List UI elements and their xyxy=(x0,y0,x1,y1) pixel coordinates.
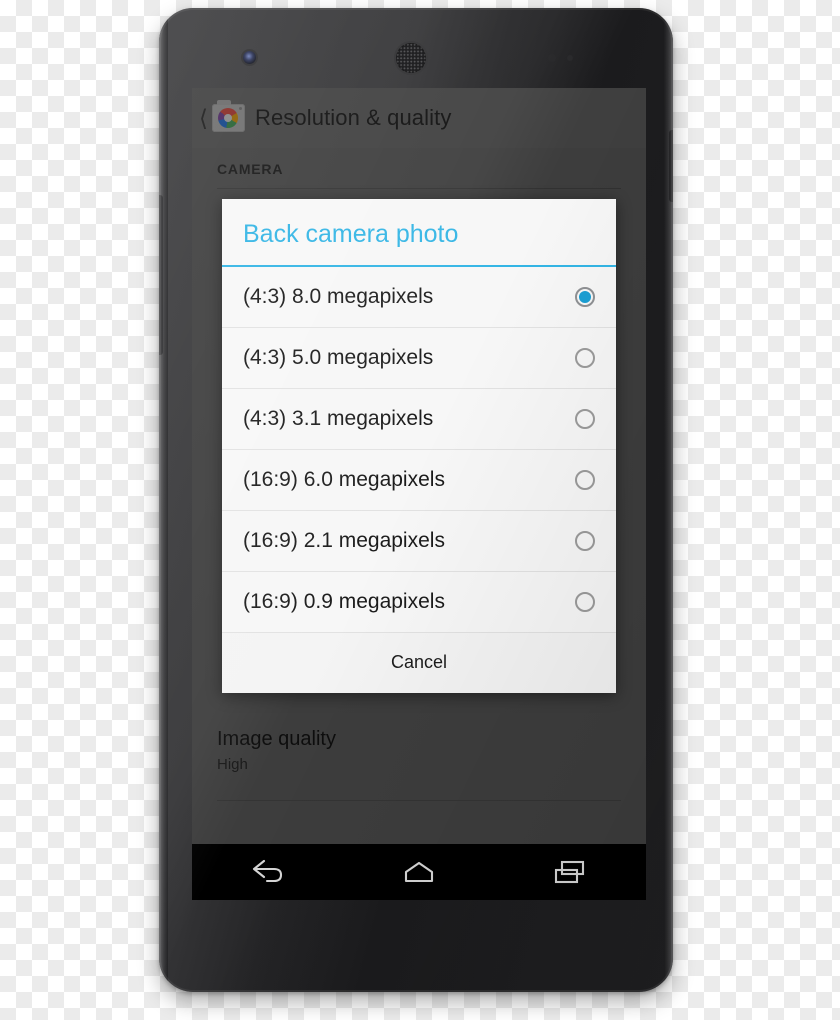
nav-back-button[interactable] xyxy=(224,844,312,900)
nav-home-button[interactable] xyxy=(375,844,463,900)
dialog-title: Back camera photo xyxy=(243,220,459,248)
back-arrow-icon xyxy=(250,859,286,885)
option-row[interactable]: (4:3) 8.0 megapixels xyxy=(222,266,616,328)
resolution-dialog: Back camera photo (4:3) 8.0 megapixels (… xyxy=(222,199,616,693)
cancel-button[interactable]: Cancel xyxy=(222,632,616,693)
radio-button-icon[interactable] xyxy=(575,347,595,368)
radio-button-icon[interactable] xyxy=(575,469,595,490)
option-row[interactable]: (4:3) 3.1 megapixels xyxy=(222,388,616,450)
recent-apps-icon xyxy=(552,859,588,885)
radio-button-icon[interactable] xyxy=(575,530,595,551)
option-label: (4:3) 3.1 megapixels xyxy=(243,406,434,430)
option-label: (16:9) 2.1 megapixels xyxy=(243,528,445,552)
nav-recents-button[interactable] xyxy=(526,844,614,900)
light-sensor-icon xyxy=(567,55,573,61)
proximity-sensor-icon xyxy=(548,54,556,62)
home-icon xyxy=(401,859,437,885)
option-label: (16:9) 6.0 megapixels xyxy=(243,467,445,491)
earpiece-speaker-icon xyxy=(396,43,426,73)
option-label: (4:3) 8.0 megapixels xyxy=(243,284,434,308)
phone-screen: ⟨ Resolution & quality CAMERA Image qual… xyxy=(192,88,646,900)
volume-rocker-button[interactable] xyxy=(159,195,163,355)
option-label: (16:9) 0.9 megapixels xyxy=(243,589,445,613)
cancel-button-label: Cancel xyxy=(390,652,448,672)
phone-device: ⟨ Resolution & quality CAMERA Image qual… xyxy=(159,8,673,992)
radio-button-icon[interactable] xyxy=(575,286,595,307)
option-row[interactable]: (16:9) 0.9 megapixels xyxy=(222,571,616,633)
option-row[interactable]: (16:9) 6.0 megapixels xyxy=(222,449,616,511)
power-button[interactable] xyxy=(669,130,673,202)
option-row[interactable]: (4:3) 5.0 megapixels xyxy=(222,327,616,389)
radio-button-icon[interactable] xyxy=(575,591,595,612)
dialog-header: Back camera photo xyxy=(222,199,616,265)
option-row[interactable]: (16:9) 2.1 megapixels xyxy=(222,510,616,572)
option-label: (4:3) 5.0 megapixels xyxy=(243,345,434,369)
screenshot-canvas: ⟨ Resolution & quality CAMERA Image qual… xyxy=(0,0,840,1020)
radio-button-icon[interactable] xyxy=(575,408,595,429)
navigation-bar xyxy=(192,844,646,900)
front-camera-icon xyxy=(243,51,256,64)
phone-left-edge xyxy=(159,8,168,992)
